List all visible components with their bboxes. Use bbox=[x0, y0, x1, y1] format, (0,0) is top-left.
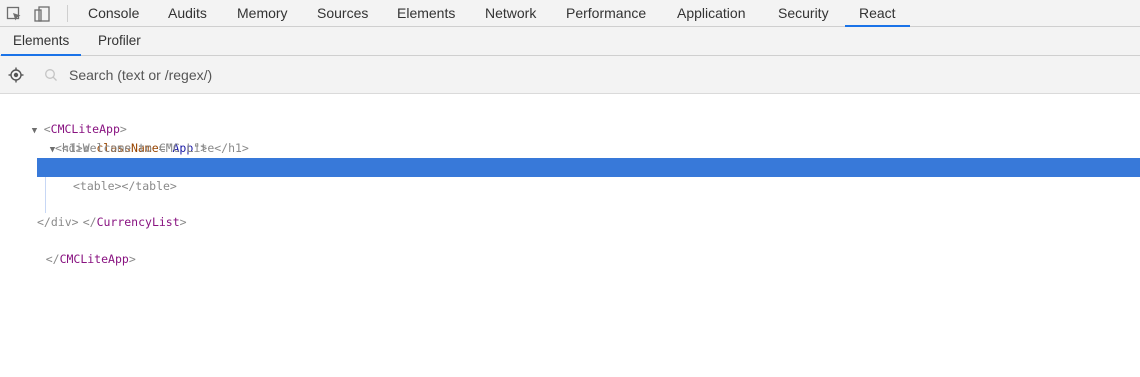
tab-sources[interactable]: Sources bbox=[317, 0, 368, 26]
tab-performance[interactable]: Performance bbox=[566, 0, 646, 26]
tree-node-div-open[interactable]: ▼ <div className="App"> bbox=[22, 121, 207, 155]
tab-network[interactable]: Network bbox=[485, 0, 536, 26]
tree-node-cmcliteapp-close[interactable]: </CMCLiteApp> bbox=[18, 232, 136, 266]
devtools-main-toolbar: Console Audits Memory Sources Elements N… bbox=[0, 0, 1140, 27]
search-input[interactable] bbox=[69, 65, 469, 85]
tab-security[interactable]: Security bbox=[778, 0, 829, 26]
tab-elements[interactable]: Elements bbox=[397, 0, 455, 26]
toolbar-divider bbox=[67, 5, 68, 22]
tree-indent-guide bbox=[45, 177, 46, 213]
subtab-profiler[interactable]: Profiler bbox=[98, 27, 141, 55]
subtab-elements[interactable]: Elements bbox=[0, 27, 82, 56]
selected-tree-node-currencylist[interactable]: ▼ <CurrencyList> == $r bbox=[37, 158, 1140, 192]
component-name: CMCLiteApp bbox=[59, 252, 129, 266]
component-name: CurrencyList bbox=[96, 215, 180, 229]
tab-audits[interactable]: Audits bbox=[168, 0, 207, 26]
tree-node-currencylist-close[interactable]: </CurrencyList> bbox=[55, 195, 187, 229]
tree-node-h1[interactable]: <h1>Welcome to CMC Lite</h1> bbox=[55, 139, 249, 157]
react-subtabs-bar: Elements Profiler bbox=[0, 27, 1140, 56]
tree-node-table[interactable]: <table></table> bbox=[73, 177, 177, 195]
device-toolbar-icon[interactable] bbox=[34, 6, 52, 25]
tab-application[interactable]: Application bbox=[677, 0, 746, 26]
search-bar bbox=[0, 56, 1140, 94]
tab-react[interactable]: React bbox=[845, 0, 910, 27]
tree-node-cmcliteapp-open[interactable]: ▼ <CMCLiteApp> bbox=[4, 102, 127, 136]
locate-target-icon[interactable] bbox=[8, 67, 24, 86]
selected-node-label: ▼ <CurrencyList> == $r bbox=[42, 158, 234, 192]
tab-console[interactable]: Console bbox=[88, 0, 139, 26]
inspect-element-icon[interactable] bbox=[6, 6, 22, 25]
tab-memory[interactable]: Memory bbox=[237, 0, 288, 26]
search-icon bbox=[44, 68, 58, 85]
tree-node-div-close[interactable]: </div> bbox=[37, 213, 79, 231]
